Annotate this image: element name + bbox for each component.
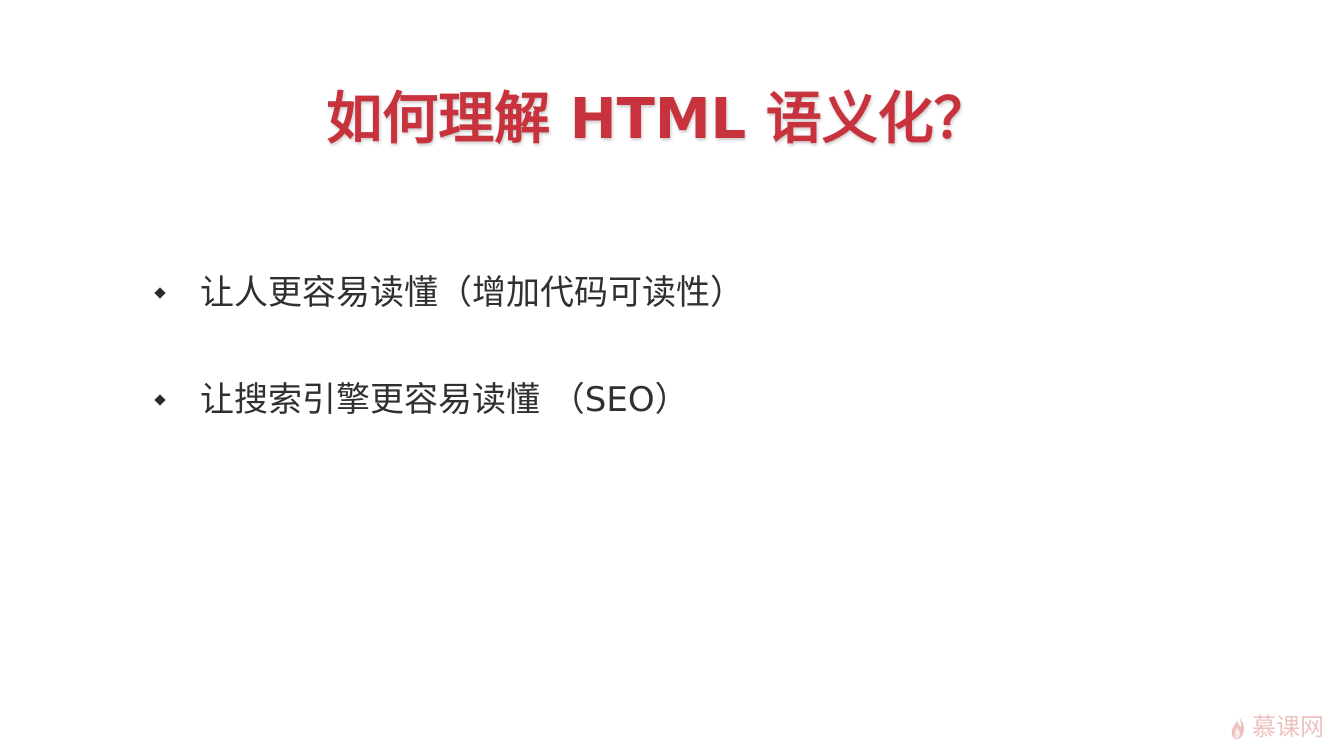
diamond-bullet-icon	[154, 394, 166, 406]
bullet-text-human-readability: 让人更容易读懂（增加代码可读性）	[200, 273, 744, 313]
watermark-text: 慕课网	[1252, 713, 1324, 741]
bullet-item: 让搜索引擎更容易读懂 （SEO）	[150, 365, 1150, 435]
bullet-list: 让人更容易读懂（增加代码可读性） 让搜索引擎更容易读懂 （SEO）	[150, 258, 1150, 472]
slide-title: 如何理解 HTML 语义化？	[326, 87, 990, 152]
watermark-logo: 慕课网	[1229, 710, 1324, 744]
bullet-text-seo: 让搜索引擎更容易读懂 （SEO）	[200, 380, 689, 420]
flame-icon	[1231, 715, 1244, 739]
presentation-slide: 如何理解 HTML 语义化？ 让人更容易读懂（增加代码可读性） 让搜索引擎更容易…	[0, 0, 1334, 750]
bullet-item: 让人更容易读懂（增加代码可读性）	[150, 258, 1150, 328]
diamond-bullet-icon	[154, 287, 166, 299]
